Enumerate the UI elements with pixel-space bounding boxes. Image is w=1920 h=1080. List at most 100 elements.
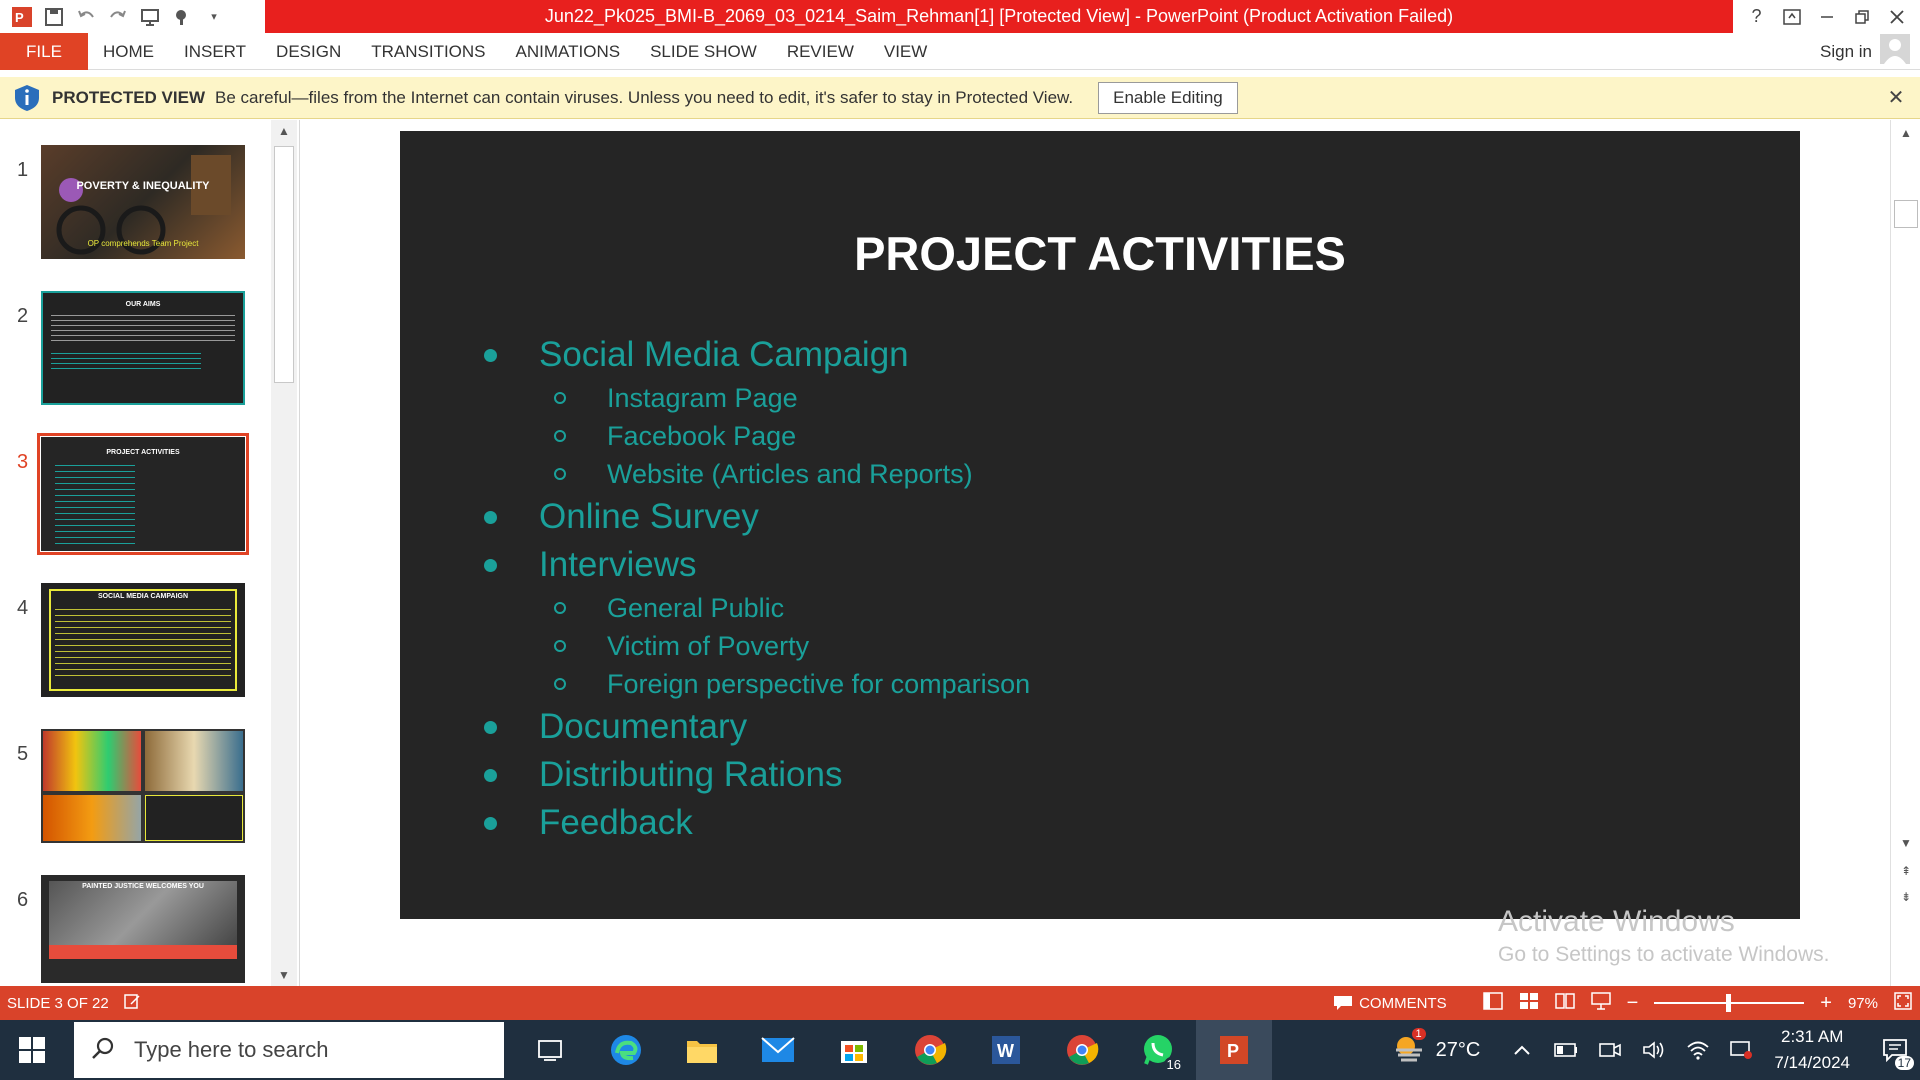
info-icon: [12, 83, 42, 113]
scroll-down-icon[interactable]: ▼: [271, 964, 297, 986]
taskbar-clock[interactable]: 2:31 AM 7/14/2024: [1774, 1024, 1850, 1076]
save-icon[interactable]: [42, 5, 66, 29]
microsoft-store-icon[interactable]: [816, 1020, 892, 1080]
tab-animations[interactable]: ANIMATIONS: [501, 33, 636, 70]
weather-icon: 1: [1392, 1028, 1426, 1068]
windows-start-icon[interactable]: [18, 1036, 46, 1064]
scroll-down-icon[interactable]: ▼: [1891, 832, 1920, 854]
thumbnail-slide-1[interactable]: 1 POVERTY & INEQUALITY OP comprehends Te…: [0, 135, 270, 265]
fit-slide-icon[interactable]: [1894, 992, 1912, 1014]
customize-qat-icon[interactable]: ▾: [202, 5, 226, 29]
battery-icon[interactable]: [1544, 1020, 1588, 1080]
tab-slide-show[interactable]: SLIDE SHOW: [635, 33, 772, 70]
protected-view-bar: PROTECTED VIEW Be careful—files from the…: [0, 77, 1920, 119]
thumbnail-slide-3[interactable]: 3 PROJECT ACTIVITIES: [0, 427, 270, 557]
watermark-line-1: Activate Windows: [1498, 905, 1735, 938]
help-icon[interactable]: ?: [1744, 4, 1770, 30]
minimize-icon[interactable]: [1814, 4, 1840, 30]
tab-view[interactable]: VIEW: [869, 33, 942, 70]
thumbnail-text-lines: [51, 353, 201, 373]
tab-review[interactable]: REVIEW: [772, 33, 869, 70]
bullet-text: Distributing Rations: [539, 755, 843, 794]
normal-view-icon[interactable]: [1482, 992, 1503, 1014]
enable-editing-button[interactable]: Enable Editing: [1098, 81, 1238, 114]
quick-access-toolbar: P ▾: [0, 0, 265, 33]
slide-canvas[interactable]: PROJECT ACTIVITIES Social Media Campaign…: [400, 131, 1800, 919]
task-view-icon[interactable]: [512, 1020, 588, 1080]
reading-view-icon[interactable]: [1554, 992, 1575, 1014]
chrome-icon[interactable]: [892, 1020, 968, 1080]
weather-widget[interactable]: 1 27°C: [1392, 1028, 1480, 1068]
watermark-line-2: Go to Settings to activate Windows.: [1498, 943, 1830, 966]
whatsapp-icon[interactable]: 16: [1120, 1020, 1196, 1080]
notes-edit-icon[interactable]: [123, 992, 141, 1014]
sub-bullet-text: Website (Articles and Reports): [607, 458, 973, 489]
tab-design[interactable]: DESIGN: [261, 33, 356, 70]
file-explorer-icon[interactable]: [664, 1020, 740, 1080]
edge-browser-icon[interactable]: [588, 1020, 664, 1080]
thumbnail-image[interactable]: [41, 729, 245, 843]
sub-bullet-text: Instagram Page: [607, 382, 798, 413]
tab-transitions[interactable]: TRANSITIONS: [356, 33, 500, 70]
sign-in[interactable]: Sign in: [1820, 33, 1910, 70]
thumbnail-image[interactable]: POVERTY & INEQUALITY OP comprehends Team…: [41, 145, 245, 259]
mail-icon[interactable]: [740, 1020, 816, 1080]
tab-home[interactable]: HOME: [88, 33, 169, 70]
word-icon[interactable]: W: [968, 1020, 1044, 1080]
taskbar-search-box[interactable]: Type here to search: [74, 1022, 504, 1078]
thumbnail-scrollbar[interactable]: ▲ ▼: [271, 120, 297, 986]
thumbnail-slide-5[interactable]: 5: [0, 719, 270, 849]
scrollbar-thumb[interactable]: [1894, 200, 1918, 228]
slideshow-view-icon[interactable]: [1590, 992, 1611, 1014]
chrome-profile-icon[interactable]: [1044, 1020, 1120, 1080]
notification-center-icon[interactable]: 17: [1870, 1020, 1920, 1080]
wifi-icon[interactable]: [1676, 1020, 1720, 1080]
tab-file[interactable]: FILE: [0, 33, 88, 70]
volume-icon[interactable]: [1632, 1020, 1676, 1080]
thumbnail-slide-6[interactable]: 6 PAINTED JUSTICE WELCOMES YOU: [0, 865, 270, 995]
comments-button[interactable]: COMMENTS: [1333, 995, 1447, 1012]
zoom-in-icon[interactable]: +: [1820, 992, 1832, 1015]
sign-in-label[interactable]: Sign in: [1820, 42, 1872, 62]
undo-icon[interactable]: [74, 5, 98, 29]
thumbnail-image[interactable]: SOCIAL MEDIA CAMPAIGN: [41, 583, 245, 697]
sub-bullet-item: Victim of Poverty: [480, 627, 1030, 665]
slide-counter: SLIDE 3 OF 22: [7, 994, 109, 1012]
thumbnail-slide-2[interactable]: 2 OUR AIMS: [0, 281, 270, 411]
thumbnail-number: 6: [17, 889, 29, 911]
search-placeholder[interactable]: Type here to search: [134, 1037, 328, 1063]
chevron-up-icon[interactable]: [1500, 1020, 1544, 1080]
tab-insert[interactable]: INSERT: [169, 33, 261, 70]
meet-now-icon[interactable]: [1588, 1020, 1632, 1080]
touch-mode-icon[interactable]: [170, 5, 194, 29]
start-from-beginning-icon[interactable]: [138, 5, 162, 29]
thumbnail-text-lines: [55, 609, 231, 679]
scroll-up-icon[interactable]: ▲: [1891, 122, 1920, 144]
thumbnail-image[interactable]: OUR AIMS: [41, 291, 245, 405]
close-icon[interactable]: [1884, 4, 1910, 30]
thumbnail-title: PROJECT ACTIVITIES: [106, 449, 180, 456]
thumbnail-image[interactable]: PROJECT ACTIVITIES: [37, 433, 249, 555]
slide-sorter-icon[interactable]: [1519, 992, 1539, 1014]
zoom-slider[interactable]: [1654, 994, 1805, 1012]
previous-slide-icon[interactable]: ⇞: [1891, 860, 1920, 882]
comments-label[interactable]: COMMENTS: [1359, 995, 1447, 1012]
thumbnail-image[interactable]: PAINTED JUSTICE WELCOMES YOU: [41, 875, 245, 983]
zoom-slider-knob[interactable]: [1726, 994, 1732, 1012]
thumbnail-slide-4[interactable]: 4 SOCIAL MEDIA CAMPAIGN: [0, 573, 270, 703]
redo-icon[interactable]: [106, 5, 130, 29]
zoom-level[interactable]: 97%: [1848, 995, 1878, 1012]
user-avatar-icon[interactable]: [1880, 34, 1910, 69]
restore-icon[interactable]: [1849, 4, 1875, 30]
zoom-out-icon[interactable]: −: [1627, 992, 1639, 1015]
security-alert-icon[interactable]: [1720, 1020, 1764, 1080]
scroll-up-icon[interactable]: ▲: [271, 120, 297, 142]
powerpoint-taskbar-icon[interactable]: P: [1196, 1020, 1272, 1080]
ribbon-display-options-icon[interactable]: [1779, 4, 1805, 30]
thumbnail-title: PAINTED JUSTICE WELCOMES YOU: [82, 883, 204, 890]
scrollbar-thumb[interactable]: [274, 146, 294, 383]
next-slide-icon[interactable]: ⇟: [1891, 886, 1920, 908]
slide-scrollbar[interactable]: ▲ ▼ ⇞ ⇟: [1890, 120, 1920, 986]
thumbnail-subtitle: OP comprehends Team Project: [87, 239, 199, 248]
close-icon[interactable]: ✕: [1884, 85, 1908, 109]
